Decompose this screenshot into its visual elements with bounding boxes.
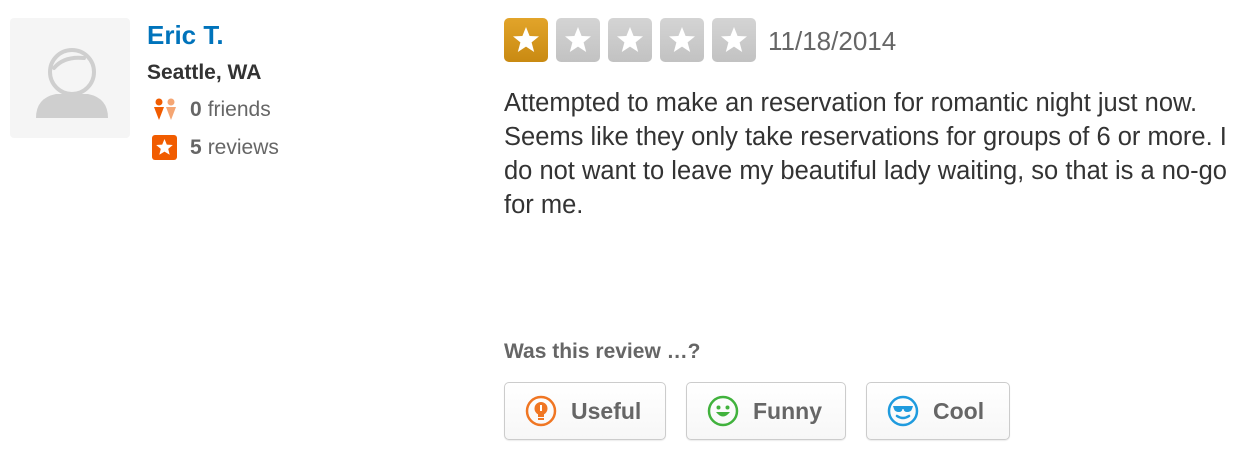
star-empty-icon	[556, 18, 600, 62]
star-empty-icon	[660, 18, 704, 62]
sunglasses-icon	[887, 395, 919, 427]
star-badge-icon	[152, 135, 177, 160]
reviews-count: 5	[190, 135, 202, 159]
funny-button[interactable]: Funny	[686, 382, 846, 440]
user-avatar[interactable]	[10, 18, 130, 138]
review-date: 11/18/2014	[768, 26, 897, 56]
user-name-link[interactable]: Eric T.	[147, 20, 224, 51]
cool-label: Cool	[933, 397, 985, 424]
star-empty-icon	[712, 18, 756, 62]
lightbulb-icon	[525, 395, 557, 427]
user-location: Seattle, WA	[147, 61, 262, 84]
useful-label: Useful	[571, 397, 642, 424]
default-user-avatar-icon	[36, 48, 108, 118]
friends-stat: 0 friends	[151, 96, 271, 123]
review-card: Eric T. Seattle, WA 0 friends 5 reviews …	[0, 0, 1260, 458]
smiley-icon	[707, 395, 739, 427]
star-filled-icon	[504, 18, 548, 62]
reviews-label: reviews	[207, 135, 279, 159]
useful-button[interactable]: Useful	[504, 382, 666, 440]
friends-icon	[154, 98, 176, 120]
star-empty-icon	[608, 18, 652, 62]
friends-label: friends	[207, 97, 271, 121]
review-text: Attempted to make an reservation for rom…	[504, 89, 1227, 219]
funny-label: Funny	[753, 397, 822, 424]
star-rating	[504, 18, 764, 62]
cool-button[interactable]: Cool	[866, 382, 1010, 440]
friends-count: 0	[190, 97, 202, 121]
reviews-stat: 5 reviews	[151, 134, 279, 161]
vote-buttons: Useful Funny Cool	[504, 382, 1030, 440]
vote-question: Was this review …?	[504, 340, 701, 363]
